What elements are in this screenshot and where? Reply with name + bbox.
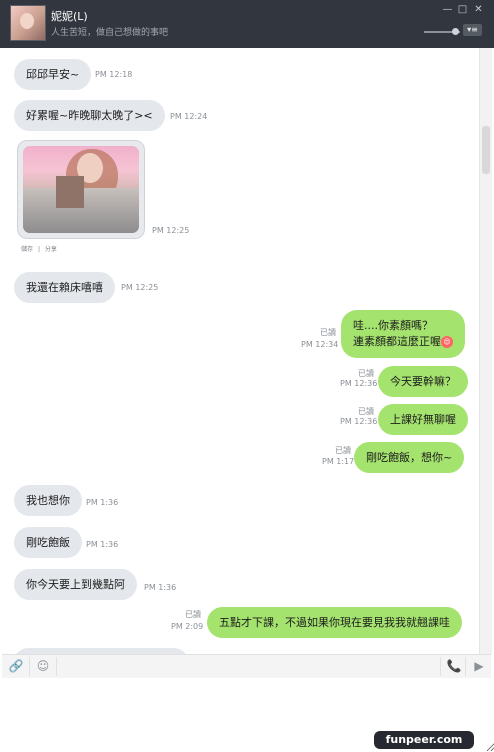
emoji-icon[interactable]: ☺ xyxy=(35,659,51,674)
read-receipt: 已讀 xyxy=(358,407,374,416)
message-bubble: 你今天要上到幾點阿 xyxy=(14,569,137,600)
image-actions: 儲存 | 分享 xyxy=(21,246,57,253)
message-time: PM 12:34 xyxy=(301,340,339,349)
toolbar-divider xyxy=(465,657,466,676)
minimize-button[interactable]: — xyxy=(441,4,454,15)
message-bubble: 邱邱早安~ xyxy=(14,59,92,90)
toolbar-divider xyxy=(440,657,441,676)
read-receipt: 已讀 xyxy=(335,446,351,455)
toolbar-divider xyxy=(56,657,57,676)
message-bubble: 上課好無聊喔 xyxy=(378,404,468,435)
message-time: PM 12:24 xyxy=(170,112,208,121)
title-bar: 妮妮(L) 人生苦短，做自己想做的事吧 — □ ✕ ▾≡ xyxy=(0,0,494,48)
message-line: 連素顏都這麼正喔 xyxy=(353,335,441,348)
message-time: PM 1:36 xyxy=(144,583,177,592)
voice-call-icon[interactable]: 📞 xyxy=(446,659,462,674)
photo-thumbnail[interactable] xyxy=(23,146,139,233)
message-time: PM 12:18 xyxy=(95,70,133,79)
message-line: 哇....你素顏嗎？ xyxy=(353,319,433,332)
chat-scrollbar[interactable] xyxy=(479,48,492,654)
save-image-link[interactable]: 儲存 xyxy=(21,246,33,253)
maximize-button[interactable]: □ xyxy=(456,4,469,15)
input-toolbar: 🔗 ☺ 📞 ▶ xyxy=(2,654,491,679)
message-time: PM 12:36 xyxy=(340,417,378,426)
message-bubble: 好累喔~昨晚聊太晚了>< xyxy=(14,100,165,131)
volume-slider[interactable] xyxy=(424,28,460,35)
message-bubble: 剛吃飽飯 xyxy=(14,527,82,558)
heart-eyes-emoji-icon: 😍 xyxy=(441,336,453,348)
message-time: PM 12:25 xyxy=(152,226,190,235)
share-image-link[interactable]: 分享 xyxy=(45,246,57,253)
message-time: PM 1:36 xyxy=(86,498,119,507)
message-time: PM 1:36 xyxy=(86,540,119,549)
contact-name: 妮妮(L) xyxy=(51,10,88,23)
message-bubble: 我也想你 xyxy=(14,485,82,516)
video-call-icon[interactable]: ▶ xyxy=(471,659,487,674)
image-message[interactable] xyxy=(17,140,145,239)
message-time: PM 2:09 xyxy=(171,622,204,631)
attach-file-icon[interactable]: 🔗 xyxy=(8,659,24,674)
chat-area: 邱邱早安~ PM 12:18 好累喔~昨晚聊太晚了>< PM 12:24 PM … xyxy=(2,48,479,654)
message-bubble: 今天要幹嘛？ xyxy=(378,366,468,397)
toolbar-divider xyxy=(29,657,30,676)
read-receipt: 已讀 xyxy=(358,369,374,378)
read-receipt: 已讀 xyxy=(320,328,336,337)
menu-button[interactable]: ▾≡ xyxy=(463,24,482,36)
status-message: 人生苦短，做自己想做的事吧 xyxy=(51,28,169,38)
read-receipt: 已讀 xyxy=(185,610,201,619)
avatar[interactable] xyxy=(10,5,46,41)
message-bubble: 我還在賴床嘻嘻 xyxy=(14,272,115,303)
close-button[interactable]: ✕ xyxy=(472,4,485,15)
scrollbar-thumb[interactable] xyxy=(482,126,490,174)
message-time: PM 1:17 xyxy=(322,457,355,466)
message-time: PM 12:25 xyxy=(121,283,159,292)
watermark: funpeer.com xyxy=(374,731,474,749)
message-bubble: 哇....你素顏嗎？ 連素顏都這麼正喔 😍 xyxy=(341,310,465,358)
message-time: PM 12:36 xyxy=(340,379,378,388)
message-bubble: 剛吃飽飯，想你~ xyxy=(354,442,465,473)
message-bubble: 五點才下課，不過如果你現在要見我我就翹課哇 xyxy=(207,607,462,638)
